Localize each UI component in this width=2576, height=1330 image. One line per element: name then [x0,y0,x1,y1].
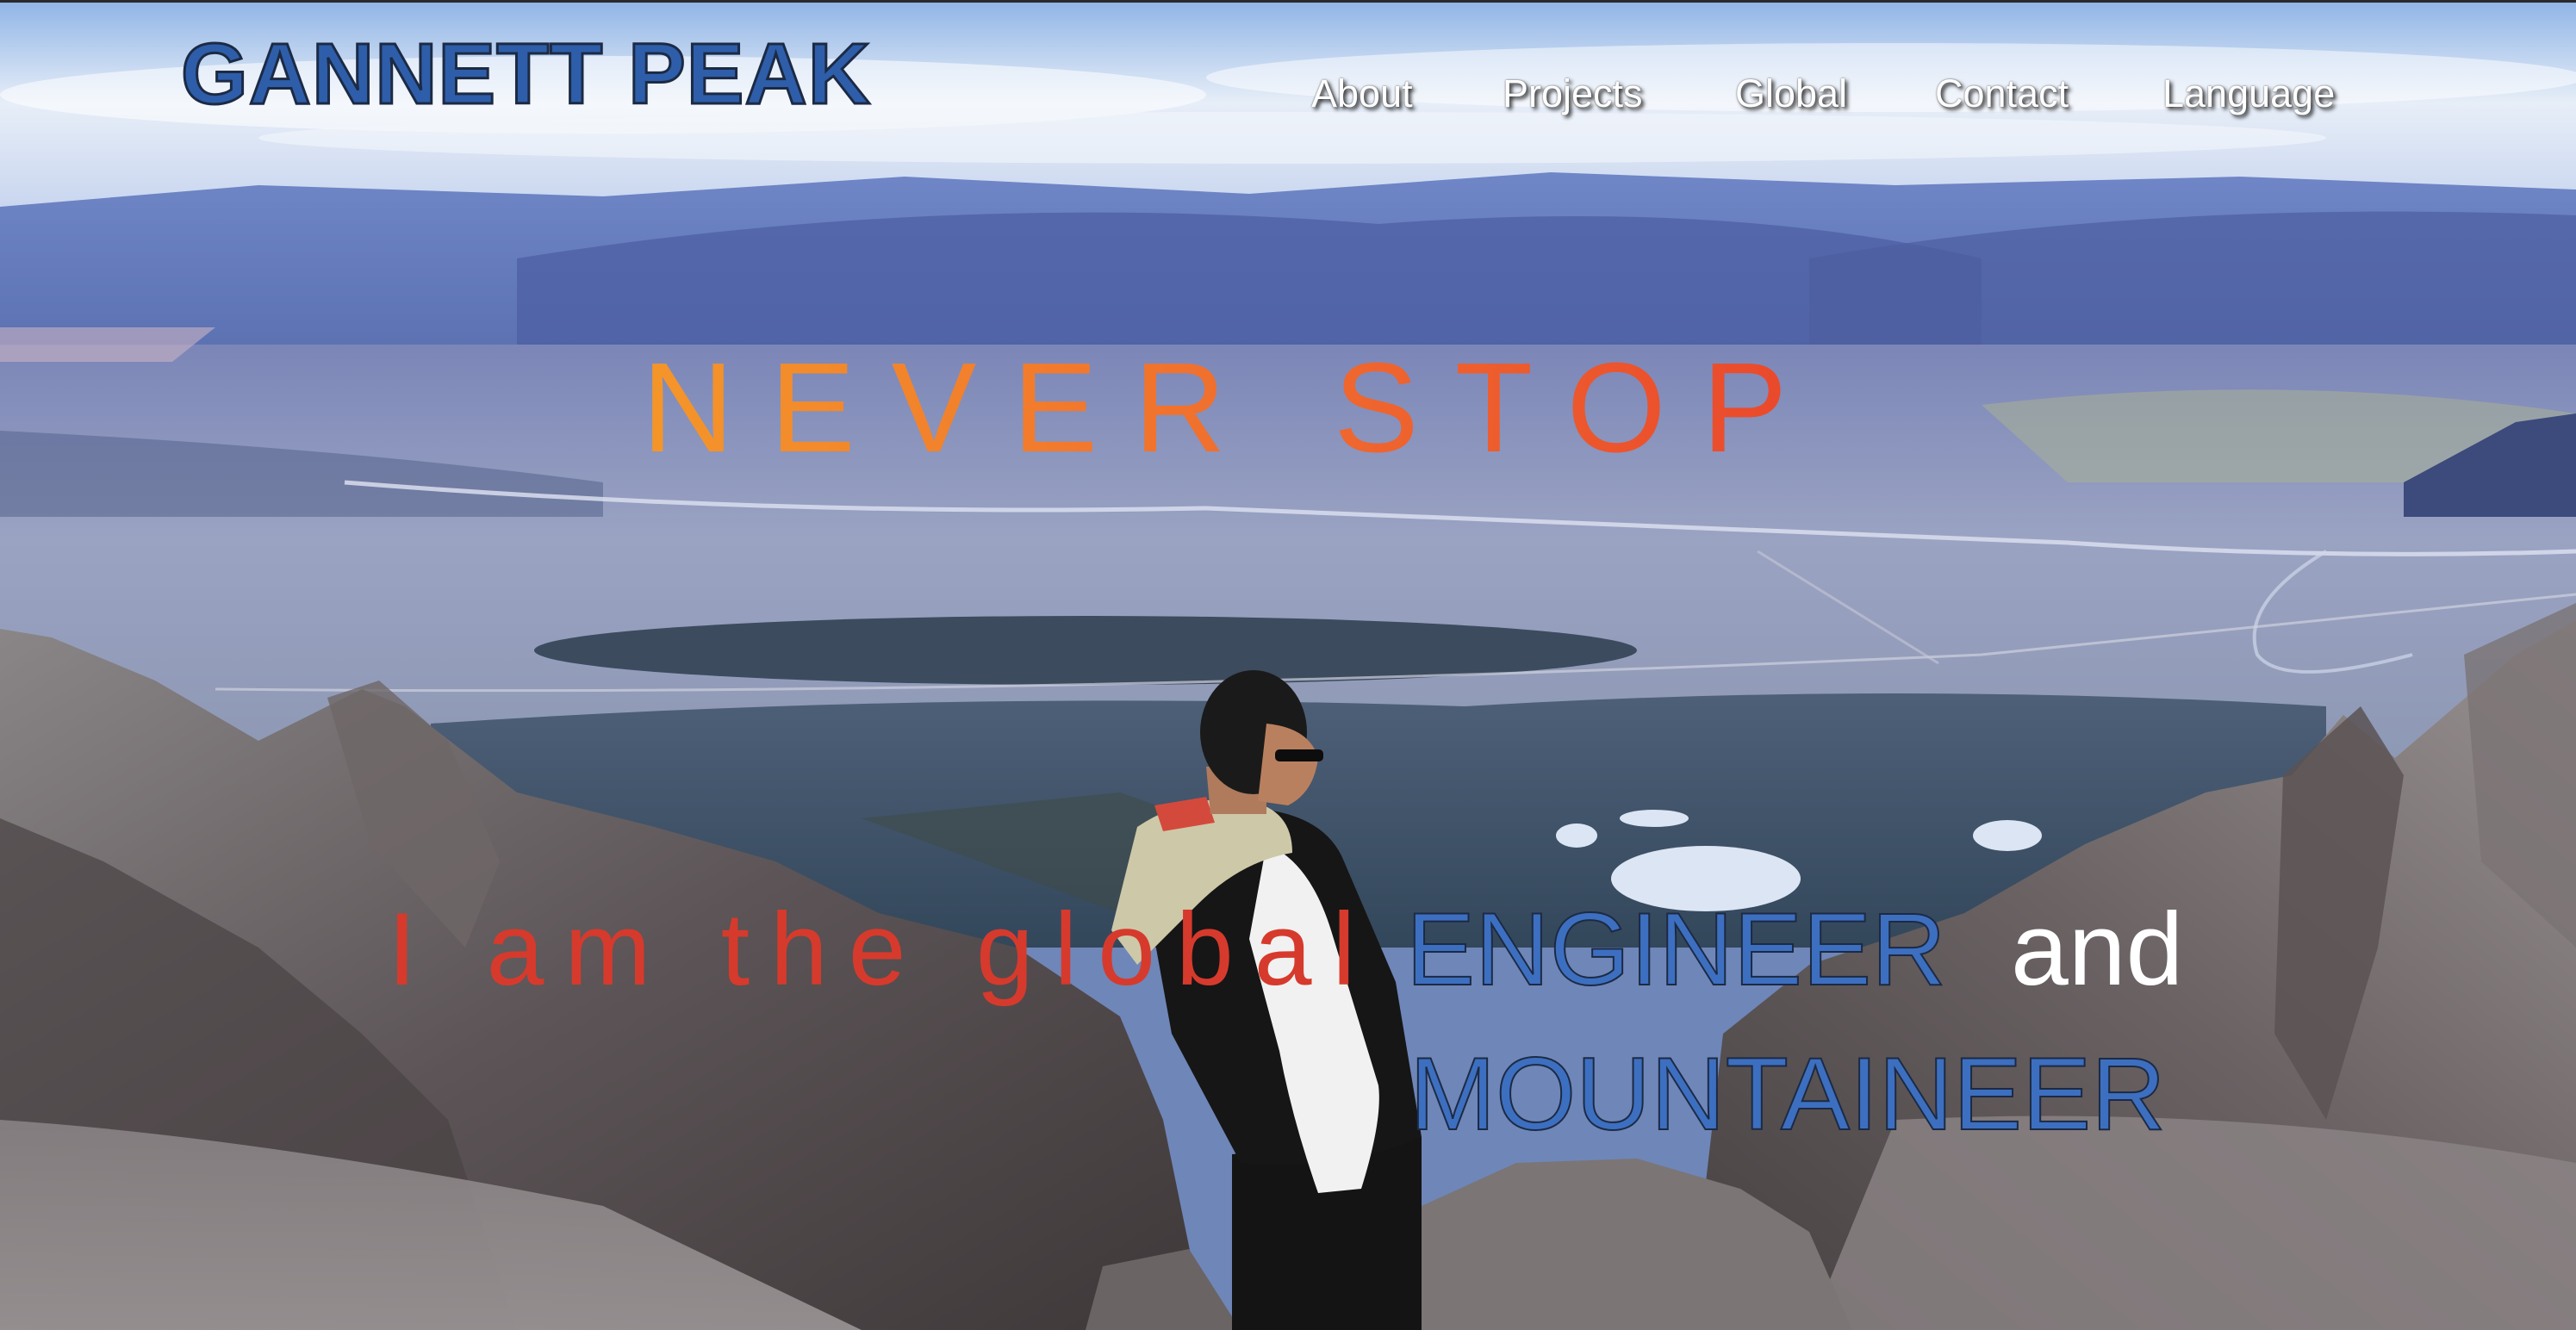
hero-tagline: NEVER STOP [642,337,1824,479]
nav-link-language[interactable]: Language [2162,71,2335,117]
main-navigation: About Projects Global Contact Language [1292,71,2412,122]
nav-link-about[interactable]: About [1311,71,1413,117]
nav-link-projects[interactable]: Projects [1503,71,1643,117]
hero-section: GANNETT PEAK About Projects Global Conta… [0,0,2576,1330]
hero-role-engineer: ENGINEER [1405,892,1947,1007]
hero-intro-text: I am the global [388,892,1377,1007]
site-logo-title[interactable]: GANNETT PEAK [180,30,872,119]
nav-link-global[interactable]: Global [1735,71,1847,117]
hero-conjunction: and [2011,892,2184,1007]
top-border [0,0,2576,3]
nav-link-contact[interactable]: Contact [1935,71,2069,117]
hero-background-photo [0,0,2576,1330]
hero-role-mountaineer: MOUNTAINEER [1409,1036,2167,1152]
